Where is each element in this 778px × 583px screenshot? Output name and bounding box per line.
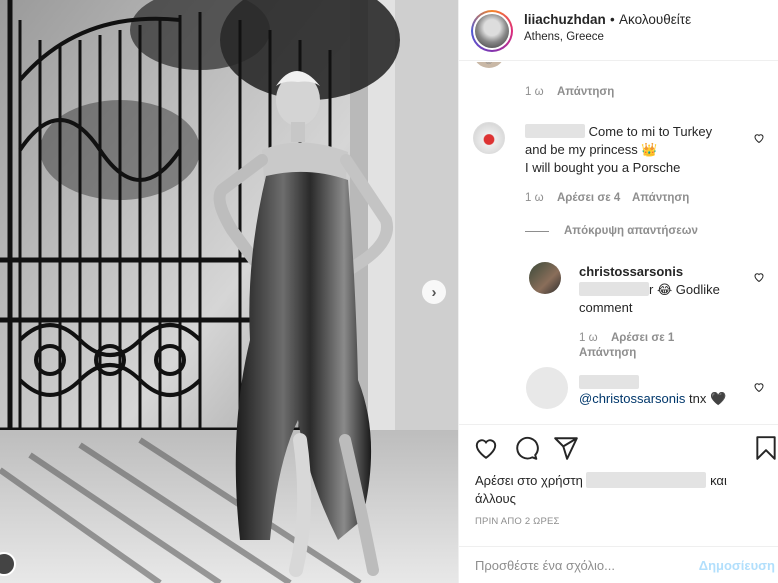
following-button[interactable]: Ακολουθείτε [619,12,691,27]
post-comment-button[interactable]: Δημοσίευση [699,558,775,573]
author-username[interactable]: liiachuzhdan [524,12,606,27]
bookmark-icon[interactable] [753,435,778,461]
reply-text: r 😂 Godlike comment [579,282,720,315]
divider-line [525,231,549,232]
reply-button[interactable]: Απάντηση [557,86,614,98]
chevron-right-icon: › [431,283,437,301]
share-icon[interactable] [553,435,579,461]
photo-image [0,0,458,583]
author-avatar[interactable] [471,10,513,52]
like-comment-heart-icon[interactable] [753,271,765,283]
comment-likes[interactable]: Αρέσει σε 1 [611,332,674,344]
heart-icon[interactable] [473,435,499,461]
comments-list[interactable]: ☺ 1 ω Απάντηση Come to mi to Turkey and … [459,62,778,424]
like-comment-heart-icon[interactable] [753,132,765,144]
hidden-username [586,472,707,488]
hidden-username [579,375,639,389]
reply-username[interactable]: christossarsonis [579,263,683,281]
separator-dot: • [610,12,615,27]
reply-text: @christossarsonis tnx 🖤 [579,391,727,406]
hidden-mention [579,282,649,296]
add-comment-bar: Προσθέστε ένα σχόλιο... Δημοσίευση [459,546,778,583]
hide-replies-button[interactable]: Απόκρυψη απαντήσεων [564,225,698,237]
partial-comment-emoji: ☺ [483,62,494,67]
comment-likes[interactable]: Αρέσει σε 4 [557,192,620,204]
commenter-avatar[interactable] [529,262,561,294]
comment-input[interactable]: Προσθέστε ένα σχόλιο... [475,558,615,573]
commenter-avatar[interactable] [526,367,568,409]
post-actions: Αρέσει στο χρήστη και άλλους ΠΡΙΝ ΑΠΟ 2 … [459,424,778,546]
comment-time: 1 ω [525,86,544,98]
reply-button[interactable]: Απάντηση [632,192,689,204]
likes-summary[interactable]: Αρέσει στο χρήστη και άλλους [475,472,765,508]
post-location[interactable]: Athens, Greece [524,31,604,43]
commenter-avatar[interactable] [473,122,505,154]
post-photo[interactable]: › [0,0,458,583]
comment-time: 1 ω [579,332,598,344]
reply-button[interactable]: Απάντηση [579,347,636,359]
like-comment-heart-icon[interactable] [753,381,765,393]
comment-icon[interactable] [513,435,539,461]
mention-link[interactable]: @christossarsonis [579,391,685,406]
post-timestamp[interactable]: ΠΡΙΝ ΑΠΟ 2 ΩΡΕΣ [475,516,560,527]
post-header: liiachuzhdan • Ακολουθείτε Athens, Greec… [459,0,778,61]
hidden-username [525,124,585,138]
comment-text: Come to mi to Turkey and be my princess … [525,124,713,175]
comment-time: 1 ω [525,192,544,204]
next-photo-button[interactable]: › [422,280,446,304]
post-side-panel: liiachuzhdan • Ακολουθείτε Athens, Greec… [458,0,778,583]
